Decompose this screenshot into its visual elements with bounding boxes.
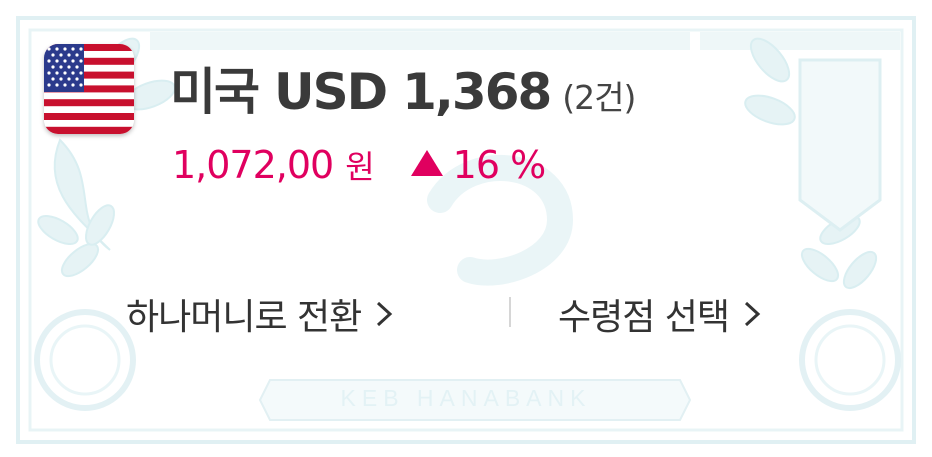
convert-hanamoney-link[interactable]: 하나머니로 전환	[126, 286, 393, 342]
bank-watermark-text: KEB HANABANK	[340, 385, 592, 411]
select-branch-label: 수령점 선택	[558, 297, 730, 338]
exchange-rate: 1,072,00 원 16 %	[172, 142, 547, 192]
chevron-right-icon	[375, 300, 393, 328]
currency-card: KEB HANABANK 미국 USD 1,368 (2건) 1,072,00 …	[0, 0, 932, 457]
currency-code: USD	[274, 63, 388, 121]
select-branch-link[interactable]: 수령점 선택	[558, 286, 761, 342]
convert-hanamoney-label: 하나머니로 전환	[126, 297, 362, 338]
triangle-up-icon	[409, 148, 445, 186]
action-divider	[509, 297, 511, 327]
change-percent: 16 %	[452, 143, 547, 187]
currency-amount: 1,368	[402, 63, 552, 121]
order-count: (2건)	[562, 78, 636, 117]
rate-value: 1,072,00	[172, 143, 334, 187]
rate-unit: 원	[345, 148, 375, 186]
chevron-right-icon	[743, 300, 761, 328]
country-name: 미국	[170, 63, 260, 121]
currency-title: 미국 USD 1,368 (2건)	[170, 52, 636, 124]
us-flag-icon	[44, 44, 134, 134]
